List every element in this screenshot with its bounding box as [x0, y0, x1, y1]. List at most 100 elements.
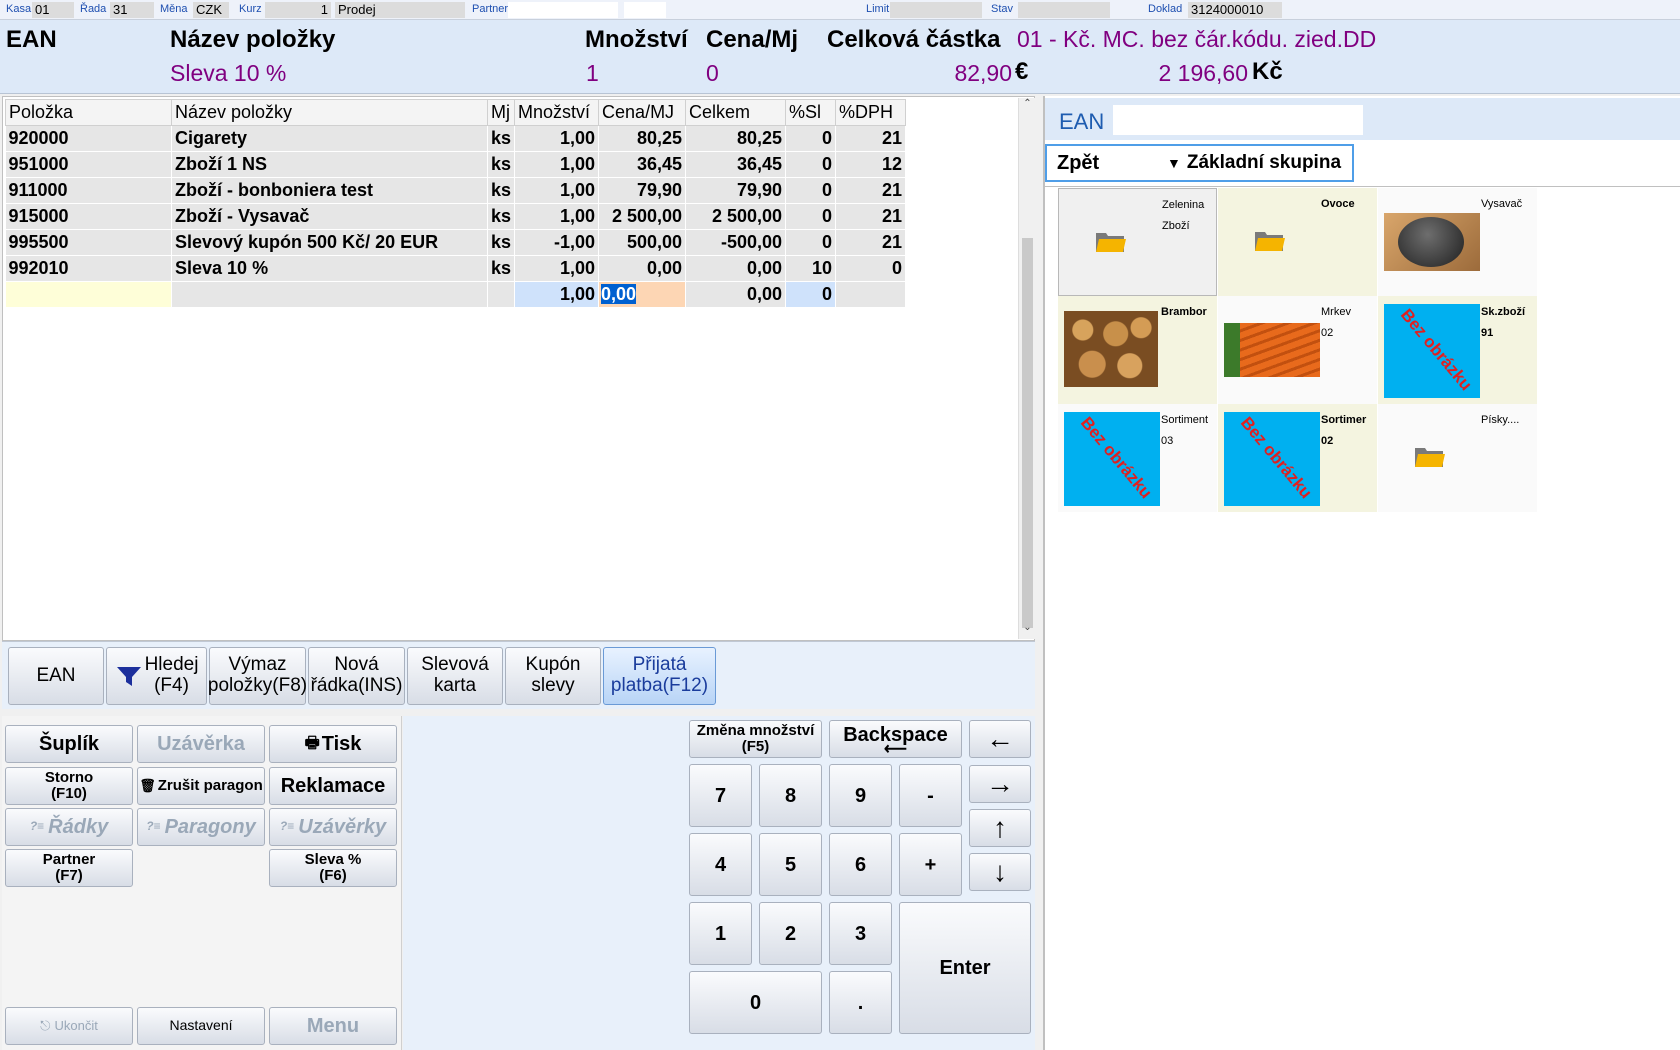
cell-total[interactable]: 36,45 — [685, 151, 787, 178]
closings-button[interactable]: ?≡ Uzávěrky — [269, 808, 397, 846]
key-6[interactable]: 6 — [829, 833, 892, 896]
arrow-right-button[interactable]: → — [969, 765, 1031, 803]
search-button[interactable]: Hledej (F4) — [106, 647, 207, 705]
enter-button[interactable]: Enter — [899, 902, 1031, 1034]
table-scrollbar[interactable]: ⌃ ⌄ — [1018, 98, 1035, 639]
cell-unit[interactable]: ks — [487, 255, 516, 282]
cell-discount[interactable]: 0 — [785, 125, 837, 152]
cell-price[interactable]: 80,25 — [598, 125, 687, 152]
key-8[interactable]: 8 — [759, 764, 822, 827]
cell-code[interactable]: 915000 — [5, 203, 172, 230]
partner-field[interactable] — [508, 2, 618, 18]
dropdown-arrow-icon[interactable]: ▼ — [1167, 155, 1181, 171]
cell-vat[interactable]: 21 — [835, 125, 907, 152]
edit-cell-price[interactable]: 0,00 — [598, 281, 687, 308]
storno-button[interactable]: Storno (F10) — [5, 767, 133, 805]
key-minus[interactable]: - — [899, 764, 962, 827]
cell-name[interactable]: Zboží 1 NS — [171, 151, 488, 178]
cell-qty[interactable]: 1,00 — [514, 255, 600, 282]
receipts-button[interactable]: ?≡ Paragony — [137, 808, 265, 846]
cell-price[interactable]: 36,45 — [598, 151, 687, 178]
cell-vat[interactable]: 21 — [835, 177, 907, 204]
cell-price[interactable]: 2 500,00 — [598, 203, 687, 230]
change-qty-button[interactable]: Změna množství (F5) — [689, 720, 822, 758]
discount-card-button[interactable]: Slevová karta — [407, 647, 503, 705]
cell-price[interactable]: 500,00 — [598, 229, 687, 256]
key-dot[interactable]: . — [829, 971, 892, 1034]
col-header[interactable]: %DPH — [835, 99, 907, 126]
cell-qty[interactable]: 1,00 — [514, 177, 600, 204]
col-header[interactable]: Položka — [5, 99, 172, 126]
edit-cell-discount[interactable]: 0 — [785, 281, 837, 308]
cell-unit[interactable]: ks — [487, 125, 516, 152]
tile-mrkev[interactable]: Mrkev 02 — [1218, 296, 1377, 404]
col-header[interactable]: Název položky — [171, 99, 488, 126]
closing-button[interactable]: Uzávěrka — [137, 725, 265, 763]
complaint-button[interactable]: Reklamace — [269, 767, 397, 805]
table-row[interactable]: 995500 Slevový kupón 500 Kč/ 20 EUR ks -… — [5, 229, 907, 256]
edit-row[interactable]: 1,00 0,00 0,00 0 — [5, 281, 907, 308]
cell-unit[interactable]: ks — [487, 203, 516, 230]
cell-total[interactable]: -500,00 — [685, 229, 787, 256]
cell-name[interactable]: Zboží - bonboniera test — [171, 177, 488, 204]
table-row[interactable]: 951000 Zboží 1 NS ks 1,00 36,45 36,45 0 … — [5, 151, 907, 178]
scroll-up-icon[interactable]: ⌃ — [1021, 98, 1034, 112]
col-header[interactable]: Cena/MJ — [598, 99, 687, 126]
cell-name[interactable]: Sleva 10 % — [171, 255, 488, 282]
partner-button[interactable]: Partner (F7) — [5, 849, 133, 887]
tile-brambor[interactable]: Brambor — [1058, 296, 1217, 404]
cell-total[interactable]: 80,25 — [685, 125, 787, 152]
cell-discount[interactable]: 0 — [785, 151, 837, 178]
tile-skzbozi[interactable]: Bez obrázku Sk.zboží 91 — [1378, 296, 1537, 404]
edit-price-selection[interactable]: 0,00 — [601, 284, 637, 304]
cell-code[interactable]: 995500 — [5, 229, 172, 256]
cell-total[interactable]: 0,00 — [685, 255, 787, 282]
key-9[interactable]: 9 — [829, 764, 892, 827]
key-plus[interactable]: + — [899, 833, 962, 896]
key-1[interactable]: 1 — [689, 902, 752, 965]
table-row[interactable]: 911000 Zboží - bonboniera test ks 1,00 7… — [5, 177, 907, 204]
scroll-down-icon[interactable]: ⌄ — [1021, 622, 1034, 636]
arrow-left-button[interactable]: ← — [969, 720, 1031, 758]
key-7[interactable]: 7 — [689, 764, 752, 827]
cell-discount[interactable]: 0 — [785, 177, 837, 204]
group-selector[interactable]: Zpět ▼ Základní skupina — [1045, 144, 1354, 182]
cell-vat[interactable]: 21 — [835, 203, 907, 230]
cell-code[interactable]: 911000 — [5, 177, 172, 204]
key-5[interactable]: 5 — [759, 833, 822, 896]
tile-pisky[interactable]: Písky.... — [1378, 404, 1537, 512]
cell-qty[interactable]: -1,00 — [514, 229, 600, 256]
tile-zelenina[interactable]: Zelenina Zboží — [1058, 188, 1217, 296]
cell-qty[interactable]: 1,00 — [514, 151, 600, 178]
cell-vat[interactable]: 12 — [835, 151, 907, 178]
edit-cell-vat[interactable] — [835, 281, 907, 308]
cell-name[interactable]: Slevový kupón 500 Kč/ 20 EUR — [171, 229, 488, 256]
tile-sortiment-02[interactable]: Bez obrázku Sortimer 02 — [1218, 404, 1377, 512]
coupon-button[interactable]: Kupón slevy — [505, 647, 601, 705]
cell-name[interactable]: Zboží - Vysavač — [171, 203, 488, 230]
key-4[interactable]: 4 — [689, 833, 752, 896]
delete-item-button[interactable]: Výmaz položky(F8) — [208, 647, 307, 705]
new-row-button[interactable]: Nová řádka(INS) — [308, 647, 405, 705]
arrow-up-button[interactable]: ↑ — [969, 809, 1031, 847]
col-header[interactable]: Množství — [514, 99, 600, 126]
scroll-thumb[interactable] — [1022, 238, 1033, 628]
cell-vat[interactable]: 0 — [835, 255, 907, 282]
key-3[interactable]: 3 — [829, 902, 892, 965]
table-row[interactable]: 920000 Cigarety ks 1,00 80,25 80,25 0 21 — [5, 125, 907, 152]
cell-discount[interactable]: 0 — [785, 229, 837, 256]
cell-unit[interactable]: ks — [487, 229, 516, 256]
table-row[interactable]: 992010 Sleva 10 % ks 1,00 0,00 0,00 10 0 — [5, 255, 907, 282]
cell-name[interactable]: Cigarety — [171, 125, 488, 152]
edit-cell-name[interactable] — [171, 281, 488, 308]
cell-unit[interactable]: ks — [487, 151, 516, 178]
cell-unit[interactable]: ks — [487, 177, 516, 204]
tile-vysavac[interactable]: Vysavač — [1378, 188, 1537, 296]
settings-button[interactable]: Nastavení — [137, 1007, 265, 1045]
cell-code[interactable]: 992010 — [5, 255, 172, 282]
discount-percent-button[interactable]: Sleva % (F6) — [269, 849, 397, 887]
edit-cell-unit[interactable] — [487, 281, 516, 308]
back-label[interactable]: Zpět — [1057, 152, 1167, 175]
ean-button[interactable]: EAN — [8, 647, 104, 705]
partner-extra-field[interactable] — [624, 2, 666, 18]
